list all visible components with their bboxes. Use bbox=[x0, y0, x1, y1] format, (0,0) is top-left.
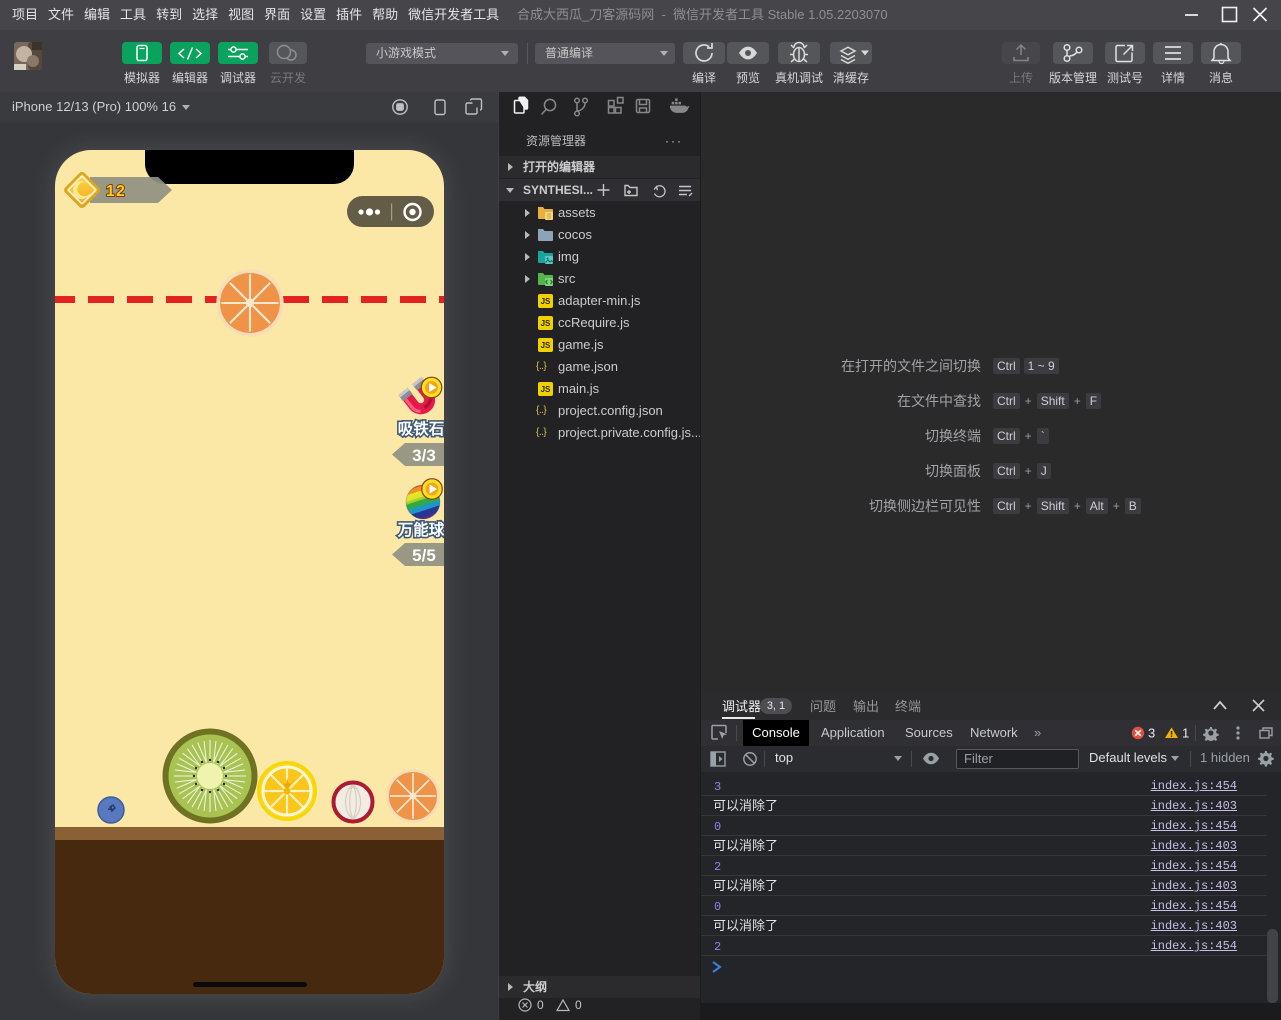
svg-text:万能球: 万能球 bbox=[397, 518, 444, 540]
svg-text:3: 3 bbox=[1148, 726, 1155, 740]
svg-text:5/5: 5/5 bbox=[412, 546, 436, 565]
svg-text:0: 0 bbox=[537, 998, 544, 1012]
svg-text:1: 1 bbox=[1182, 726, 1189, 740]
svg-text:吸铁石: 吸铁石 bbox=[398, 417, 444, 439]
svg-text:3/3: 3/3 bbox=[412, 446, 436, 465]
svg-text:12: 12 bbox=[106, 183, 126, 200]
svg-text:0: 0 bbox=[575, 998, 582, 1012]
